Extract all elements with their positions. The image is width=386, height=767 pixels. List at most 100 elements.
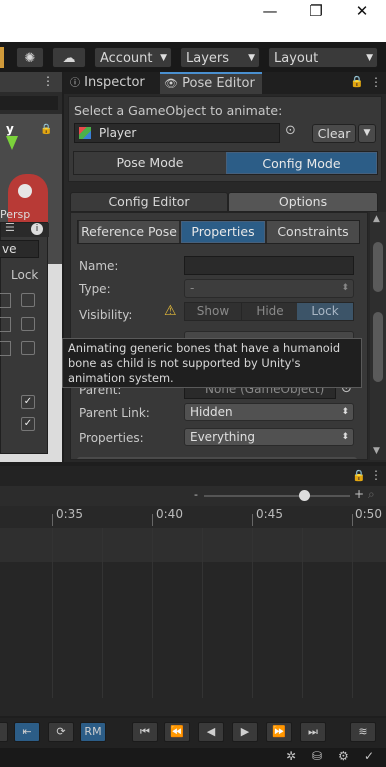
layers-dropdown[interactable]: Layers ▼ <box>180 47 260 68</box>
search-icon[interactable]: ⌕ <box>368 487 375 502</box>
tick-mark <box>352 514 353 526</box>
lock-icon[interactable]: 🔒 <box>352 469 366 482</box>
tab-pose-editor[interactable]: 👁 Pose Editor <box>160 72 262 94</box>
restore-icon[interactable]: ❐ <box>296 0 336 22</box>
play-icon[interactable]: ▶ <box>232 722 258 742</box>
check-icon[interactable]: ✓ <box>364 749 374 763</box>
scrollbar-thumb[interactable] <box>373 312 383 382</box>
inspector-scrollbar[interactable]: ▲ ▼ <box>370 212 386 460</box>
list-icon[interactable]: ☰ <box>5 221 15 234</box>
gizmo-center <box>18 184 32 198</box>
warning-icon[interactable]: ⚠ <box>164 303 177 319</box>
cloud-icon[interactable]: ☁ <box>52 47 86 68</box>
checkbox[interactable] <box>21 341 35 355</box>
persp-label[interactable]: Persp <box>0 208 30 221</box>
scene-lock-icon[interactable]: 🔒 <box>40 124 52 135</box>
visibility-show-button[interactable]: Show <box>185 303 241 320</box>
zoom-slider-track[interactable] <box>204 495 350 497</box>
scrollbar-thumb[interactable] <box>373 242 383 292</box>
more-options-icon[interactable]: ⋮ <box>42 74 54 88</box>
object-selection-panel: Select a GameObject to animate: Player ⊙… <box>68 96 382 182</box>
checkbox[interactable] <box>0 341 11 356</box>
type-value: - <box>190 281 195 295</box>
tab-constraints[interactable]: Constraints <box>267 221 359 243</box>
checkbox[interactable] <box>21 317 35 331</box>
previous-frame-icon[interactable]: ◀ <box>198 722 224 742</box>
checkbox[interactable] <box>0 317 11 332</box>
more-options-icon[interactable]: ⋮ <box>370 468 382 482</box>
layers-stack-icon[interactable]: ≋ <box>350 722 376 742</box>
next-keyframe-icon[interactable]: ⏩ <box>266 722 292 742</box>
tab-config-editor[interactable]: Config Editor <box>70 192 228 212</box>
account-label: Account <box>100 51 153 66</box>
visibility-hide-button[interactable]: Hide <box>241 303 298 320</box>
network-icon[interactable]: ⚙ <box>338 749 349 763</box>
visibility-lock-button[interactable]: Lock <box>297 303 353 320</box>
scene-view[interactable]: ⋮ y 🔒 Persp ☰ i ve Lock ✓ ✓ <box>0 72 62 462</box>
zoom-out-icon[interactable]: - <box>194 488 198 501</box>
gameobject-cube-icon <box>79 127 91 139</box>
axis-gizmo-icon[interactable] <box>6 136 18 150</box>
tab-reference-pose[interactable]: Reference Pose <box>79 221 179 243</box>
gameobject-field[interactable]: Player <box>74 123 280 143</box>
animation-timeline: 🔒 ⋮ - + ⌕ 0:35 0:40 0:45 0:50 <box>0 466 386 716</box>
database-icon[interactable]: ⛁ <box>312 749 322 763</box>
properties-value: Everything <box>190 430 255 444</box>
checkbox[interactable] <box>0 293 11 308</box>
clear-button[interactable]: Clear <box>312 124 356 143</box>
checked-checkbox[interactable]: ✓ <box>21 417 35 431</box>
loop-icon[interactable]: ⟳ <box>48 722 74 742</box>
clear-dropdown-button[interactable]: ▼ <box>358 124 376 143</box>
tab-inspector[interactable]: ⓘ Inspector <box>70 72 160 94</box>
partially-visible-button[interactable] <box>77 457 357 459</box>
checked-checkbox[interactable]: ✓ <box>21 395 35 409</box>
select-gameobject-label: Select a GameObject to animate: <box>74 103 283 118</box>
edge-button[interactable] <box>0 722 8 742</box>
scroll-down-icon[interactable]: ▼ <box>373 446 380 456</box>
scene-search-field[interactable] <box>0 96 58 110</box>
parent-link-value: Hidden <box>190 405 233 419</box>
lock-icon[interactable]: 🔒 <box>350 75 364 88</box>
tab-options[interactable]: Options <box>228 192 378 212</box>
config-mode-button[interactable]: Config Mode <box>226 152 377 174</box>
playback-bar: ⇤ ⟳ RM ⏮ ⏪ ◀ ▶ ⏩ ⏭ ≋ <box>0 718 386 748</box>
time-label: 0:35 <box>56 507 83 521</box>
eye-icon: 👁 <box>164 77 178 90</box>
tab-properties[interactable]: Properties <box>181 221 265 243</box>
first-frame-icon[interactable]: ⏮ <box>132 722 158 742</box>
more-options-icon[interactable]: ⋮ <box>370 75 382 89</box>
type-dropdown[interactable]: - ⬍ <box>184 279 354 298</box>
time-label: 0:40 <box>156 507 183 521</box>
overlay-field[interactable]: ve <box>0 240 39 258</box>
zoom-in-icon[interactable]: + <box>354 487 364 501</box>
last-frame-icon[interactable]: ⏭ <box>300 722 326 742</box>
parent-link-dropdown[interactable]: Hidden ⬍ <box>184 403 354 421</box>
axis-y-label: y <box>6 122 14 136</box>
scene-toolbar: ⋮ <box>0 72 62 92</box>
account-dropdown[interactable]: Account ▼ <box>94 47 172 68</box>
time-ruler[interactable]: 0:35 0:40 0:45 0:50 <box>0 506 386 526</box>
visibility-label: Visibility: <box>79 308 133 322</box>
layers-label: Layers <box>186 51 230 66</box>
debug-icon[interactable]: ✲ <box>286 749 296 763</box>
previous-keyframe-icon[interactable]: ⏪ <box>164 722 190 742</box>
minimize-icon[interactable]: — <box>250 0 290 22</box>
properties-dropdown[interactable]: Everything ⬍ <box>184 428 354 446</box>
name-field[interactable] <box>184 256 354 275</box>
object-picker-icon[interactable]: ⊙ <box>285 123 296 138</box>
checkbox[interactable] <box>21 293 35 307</box>
close-icon[interactable]: ✕ <box>342 0 382 22</box>
layout-dropdown[interactable]: Layout ▼ <box>268 47 378 68</box>
root-motion-button[interactable]: RM <box>80 722 106 742</box>
time-label: 0:45 <box>256 507 283 521</box>
zoom-bar: - + ⌕ <box>0 486 386 506</box>
pose-mode-button[interactable]: Pose Mode <box>74 152 226 174</box>
tick-mark <box>252 514 253 526</box>
info-icon[interactable]: i <box>31 223 43 235</box>
scene-overlay-panel: ☰ i ve Lock ✓ ✓ <box>0 221 49 454</box>
keyframe-mode-icon[interactable]: ⇤ <box>14 722 40 742</box>
scroll-up-icon[interactable]: ▲ <box>373 214 380 224</box>
zoom-slider-handle[interactable] <box>299 490 310 501</box>
gizmo-settings-icon[interactable]: ✺ <box>16 47 44 68</box>
overlay-header: ☰ i <box>1 221 49 237</box>
